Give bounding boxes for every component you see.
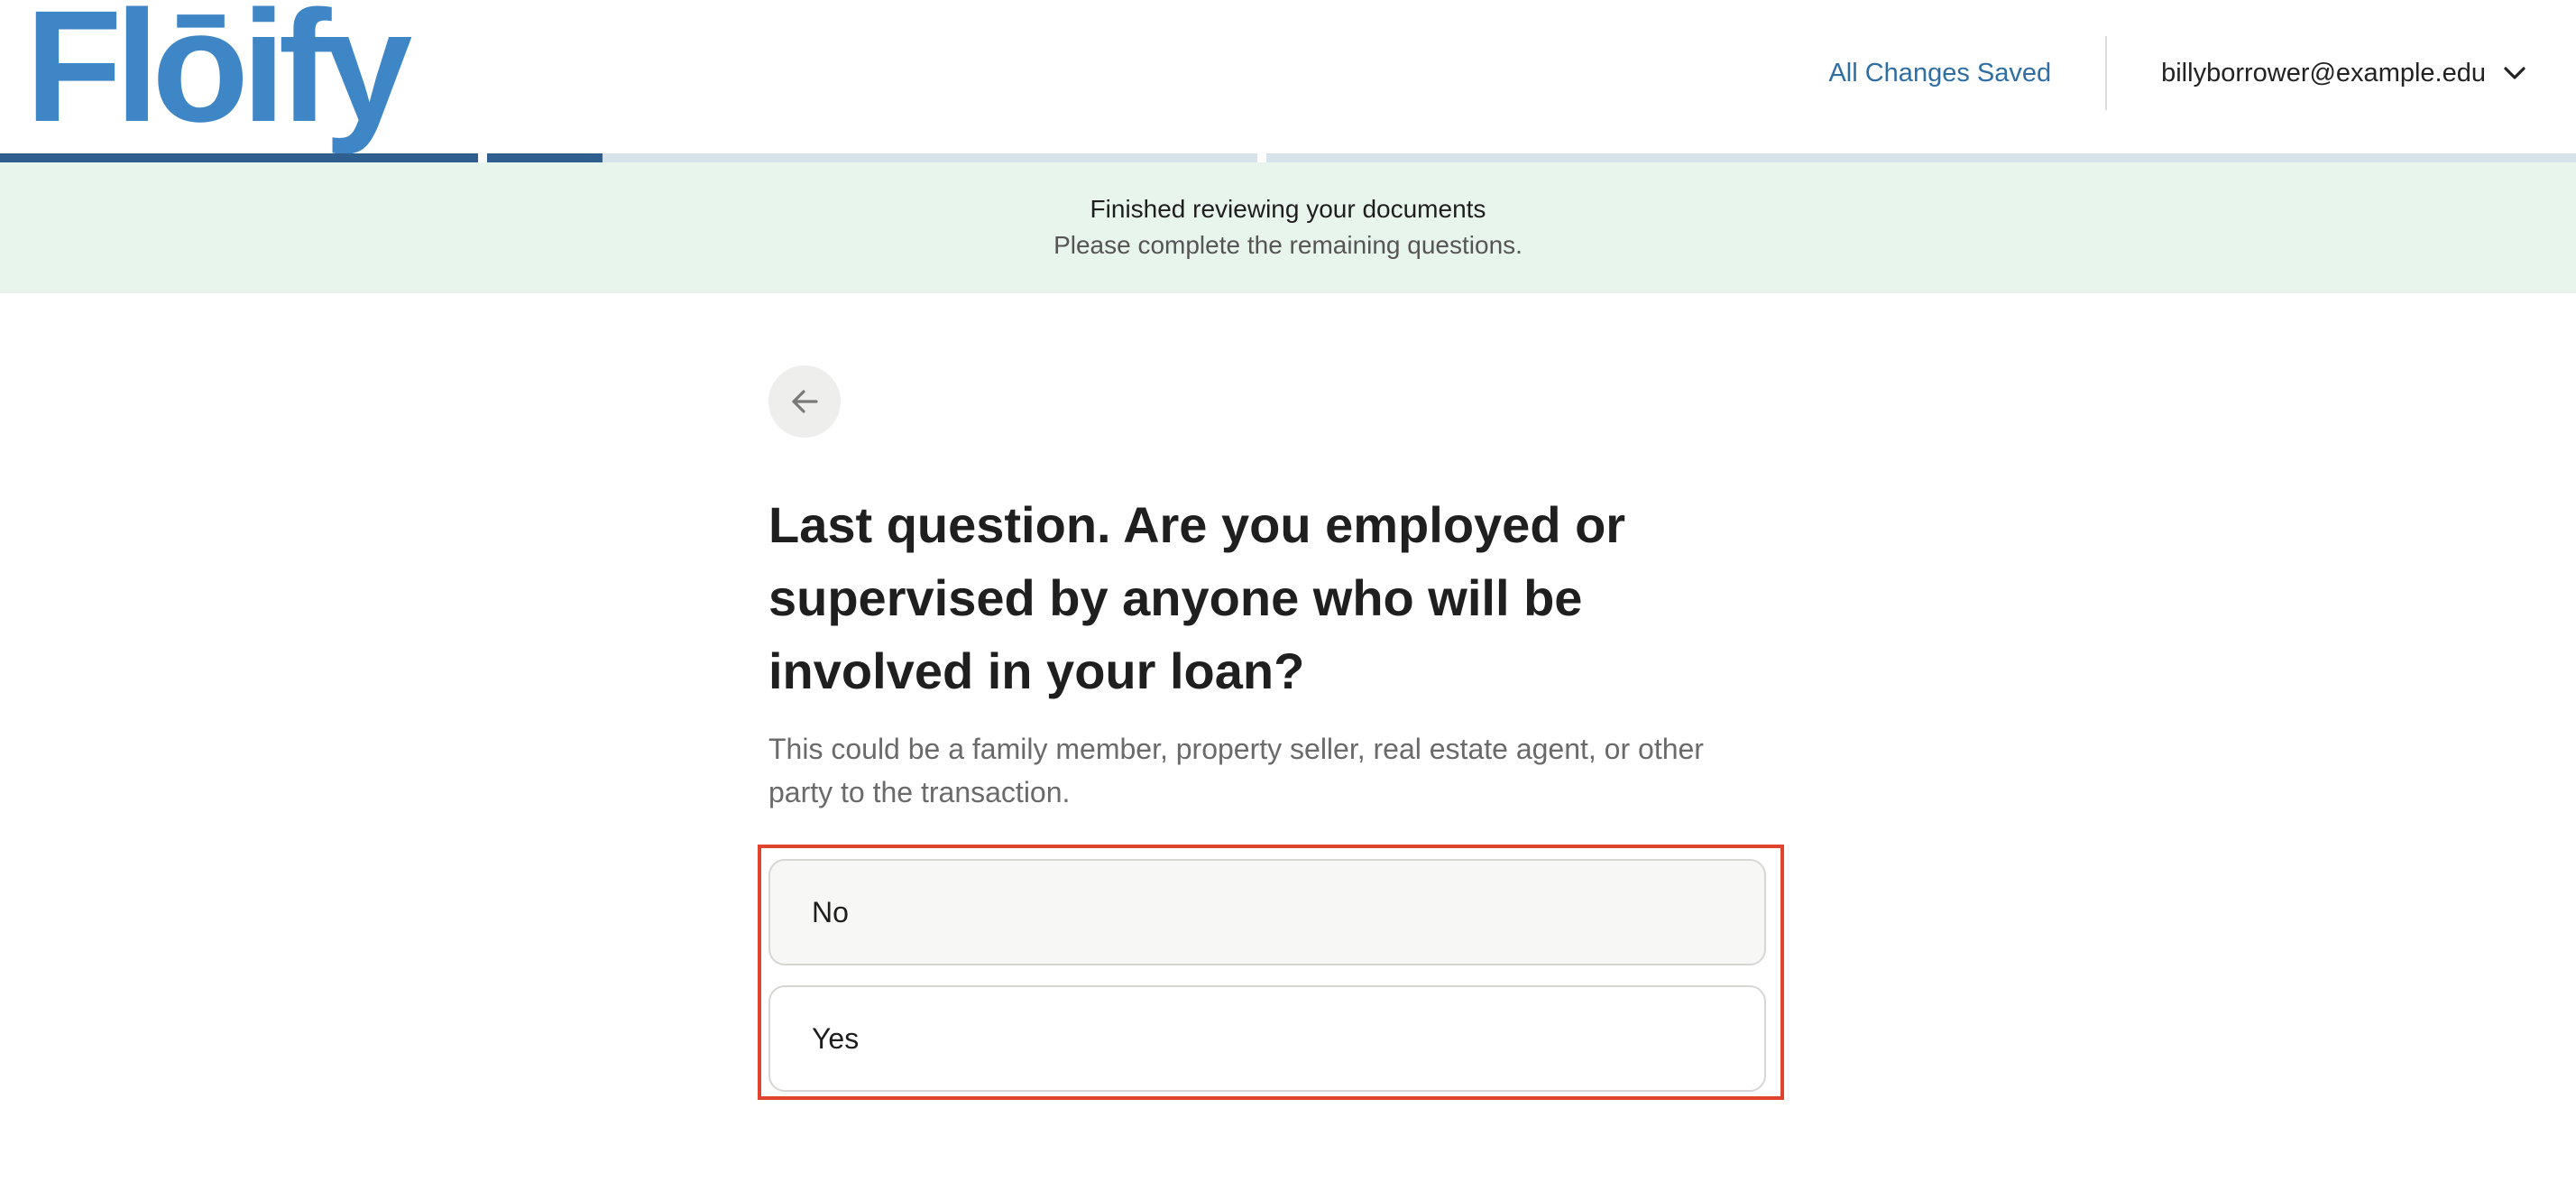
question-helper-text: This could be a family member, property … xyxy=(768,733,1704,808)
chevron-down-icon xyxy=(2504,67,2525,79)
floify-logo[interactable]: Flōify xyxy=(25,0,412,146)
back-button[interactable] xyxy=(768,365,841,438)
progress-segment-fill xyxy=(0,153,478,162)
user-menu[interactable]: billyborrower@example.edu xyxy=(2107,59,2576,88)
app-header: Flōify All Changes Saved billyborrower@e… xyxy=(0,0,2576,153)
option-no-button[interactable]: No xyxy=(768,859,1766,965)
header-right: All Changes Saved billyborrower@example.… xyxy=(1828,34,2576,112)
arrow-left-icon xyxy=(792,390,818,413)
progress-bar xyxy=(0,153,2576,162)
progress-segment xyxy=(0,153,478,162)
status-banner: Finished reviewing your documents Please… xyxy=(0,162,2576,293)
question-panel: Last question. Are you employed or super… xyxy=(768,365,1770,814)
answer-options: No Yes xyxy=(758,845,1784,1100)
progress-segment xyxy=(1266,153,2576,162)
question-title: Last question. Are you employed or super… xyxy=(768,496,1626,699)
save-status: All Changes Saved xyxy=(1828,58,2052,88)
banner-subtitle: Please complete the remaining questions. xyxy=(1053,231,1523,259)
progress-segment xyxy=(487,153,1257,162)
progress-segment-fill xyxy=(487,153,603,162)
user-email: billyborrower@example.edu xyxy=(2161,58,2486,88)
option-yes-button[interactable]: Yes xyxy=(768,985,1766,1092)
banner-title: Finished reviewing your documents xyxy=(1090,195,1486,223)
